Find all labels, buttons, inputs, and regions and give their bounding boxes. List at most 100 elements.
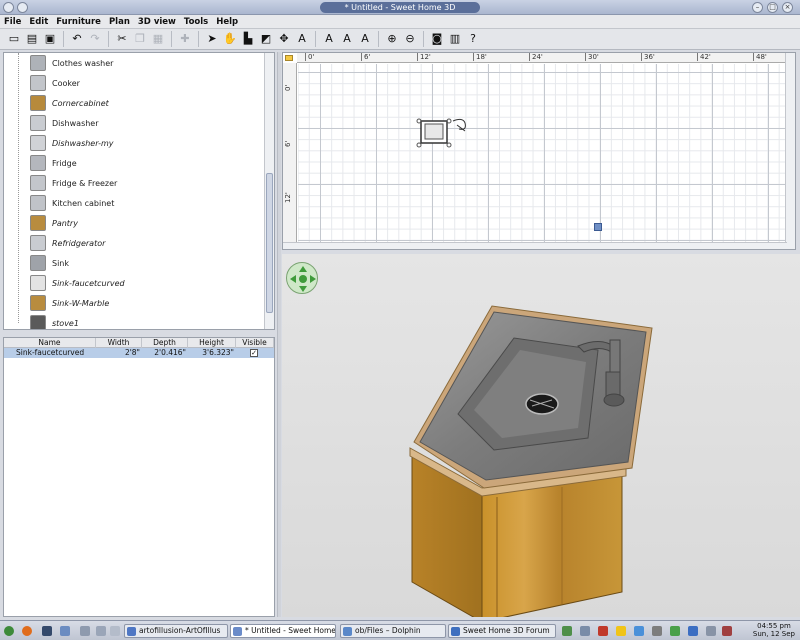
sticky-icon[interactable] <box>17 2 28 13</box>
toolbar-separator <box>423 31 424 47</box>
task-dolphin[interactable]: ob/Files – Dolphin <box>340 624 446 638</box>
menu-furniture[interactable]: Furniture <box>56 17 101 27</box>
3d-view[interactable] <box>282 254 800 617</box>
column-height[interactable]: Height <box>188 338 236 348</box>
maximize-icon[interactable]: □ <box>767 2 778 13</box>
task-artofillusion[interactable]: artofillusion-ArtOfIllus <box>124 624 228 638</box>
navigation-arrows-icon[interactable] <box>286 262 318 294</box>
list-item[interactable]: Dishwasher-my <box>4 133 264 153</box>
text-bold-icon[interactable]: A <box>339 31 355 47</box>
visible-checkbox[interactable]: ✓ <box>250 349 258 357</box>
tray-kde-icon[interactable] <box>688 626 698 636</box>
catalog-scrollbar[interactable] <box>264 53 274 329</box>
furniture-thumbnail-icon <box>30 215 46 231</box>
plan-sink-piece[interactable] <box>413 111 473 151</box>
furniture-thumbnail-icon <box>30 135 46 151</box>
menu-help[interactable]: Help <box>216 17 238 27</box>
plan-horizontal-scrollbar[interactable] <box>283 242 787 249</box>
tray-network-icon[interactable] <box>562 626 572 636</box>
table-row[interactable]: Sink-faucetcurved 2'8" 2'0.416" 3'6.323"… <box>4 348 274 358</box>
catalog-table-splitter[interactable] <box>3 330 275 337</box>
add-text-icon[interactable]: A <box>294 31 310 47</box>
start-menu-icon[interactable] <box>4 626 14 636</box>
firefox-icon[interactable] <box>22 626 32 636</box>
create-rooms-icon[interactable]: ◩ <box>258 31 274 47</box>
zoom-out-icon[interactable]: ⊖ <box>402 31 418 47</box>
tray-bluetooth-icon[interactable] <box>634 626 644 636</box>
open-icon[interactable]: ▤ <box>24 31 40 47</box>
column-width[interactable]: Width <box>96 338 142 348</box>
camera-icon[interactable] <box>594 223 602 231</box>
list-item[interactable]: Kitchen cabinet <box>4 193 264 213</box>
pan-icon[interactable]: ✋ <box>222 31 238 47</box>
paste-icon[interactable]: ▦ <box>150 31 166 47</box>
desktop-pager-icon[interactable] <box>80 626 90 636</box>
tray-misc-icon[interactable] <box>706 626 716 636</box>
clock[interactable]: 04:55 pm Sun, 12 Sep <box>753 622 795 638</box>
create-dimensions-icon[interactable]: ✥ <box>276 31 292 47</box>
tray-volume-icon[interactable] <box>652 626 662 636</box>
show-desktop-icon[interactable] <box>110 626 120 636</box>
plan-view[interactable]: 0' 6' 12' 18' 24' 30' 36' 42' 48' 0' 6' 12' <box>282 52 796 250</box>
copy-icon[interactable]: ❐ <box>132 31 148 47</box>
task-sweet-home[interactable]: * Untitled - Sweet Home <box>230 624 336 638</box>
list-item-label: Dishwasher-my <box>52 138 114 148</box>
list-item[interactable]: Dishwasher <box>4 113 264 133</box>
list-item[interactable]: Sink-faucetcurved <box>4 273 264 293</box>
task-label: Sweet Home 3D Forum <box>463 626 550 635</box>
terminal-icon[interactable] <box>42 626 52 636</box>
left-right-splitter[interactable] <box>277 52 281 617</box>
add-furniture-icon[interactable]: ✚ <box>177 31 193 47</box>
list-item[interactable]: Fridge <box>4 153 264 173</box>
list-item-label: Fridge & Freezer <box>52 178 118 188</box>
desktop-pager-icon-2[interactable] <box>96 626 106 636</box>
list-item[interactable]: Fridge & Freezer <box>4 173 264 193</box>
menu-edit[interactable]: Edit <box>29 17 48 27</box>
list-item[interactable]: Clothes washer <box>4 53 264 73</box>
toolbar: ▭ ▤ ▣ ↶ ↷ ✂ ❐ ▦ ✚ ➤ ✋ ▙ ◩ ✥ A A A A ⊕ ⊖ ◙ ▥? <box>0 29 800 50</box>
list-item[interactable]: Cornercabinet <box>4 93 264 113</box>
import-icon[interactable]: ▥ <box>447 31 463 47</box>
tray-clipboard-icon[interactable] <box>580 626 590 636</box>
save-icon[interactable]: ▣ <box>42 31 58 47</box>
list-item[interactable]: Pantry <box>4 213 264 233</box>
plan-vertical-scrollbar[interactable] <box>785 53 795 249</box>
help-icon[interactable]: ? <box>465 31 481 47</box>
list-item[interactable]: Sink-W-Marble <box>4 293 264 313</box>
new-icon[interactable]: ▭ <box>6 31 22 47</box>
zoom-in-icon[interactable]: ⊕ <box>384 31 400 47</box>
create-walls-icon[interactable]: ▙ <box>240 31 256 47</box>
window-menu-icon[interactable] <box>3 2 14 13</box>
redo-icon[interactable]: ↷ <box>87 31 103 47</box>
column-name[interactable]: Name <box>4 338 96 348</box>
select-icon[interactable]: ➤ <box>204 31 220 47</box>
list-item[interactable]: Refridgerator <box>4 233 264 253</box>
menu-tools[interactable]: Tools <box>184 17 208 27</box>
list-item[interactable]: Sink <box>4 253 264 273</box>
cut-icon[interactable]: ✂ <box>114 31 130 47</box>
catalog-scroll-thumb[interactable] <box>266 173 273 313</box>
tray-updates-icon[interactable] <box>598 626 608 636</box>
list-item[interactable]: stove1 <box>4 313 264 329</box>
list-item[interactable]: Cooker <box>4 73 264 93</box>
file-manager-icon[interactable] <box>60 626 70 636</box>
text-style-icon[interactable]: A <box>321 31 337 47</box>
task-forum[interactable]: Sweet Home 3D Forum <box>448 624 556 638</box>
menu-plan[interactable]: Plan <box>109 17 130 27</box>
create-photo-icon[interactable]: ◙ <box>429 31 445 47</box>
tray-battery-icon[interactable] <box>670 626 680 636</box>
menu-file[interactable]: File <box>4 17 21 27</box>
minimize-icon[interactable]: – <box>752 2 763 13</box>
cell-width: 2'8" <box>124 348 140 357</box>
column-depth[interactable]: Depth <box>142 338 188 348</box>
close-icon[interactable]: × <box>782 2 793 13</box>
list-item-label: Dishwasher <box>52 118 99 128</box>
menu-3d-view[interactable]: 3D view <box>138 17 176 27</box>
column-visible[interactable]: Visible <box>236 338 274 348</box>
furniture-thumbnail-icon <box>30 115 46 131</box>
tray-notify-icon[interactable] <box>616 626 626 636</box>
ruler-tick-label: 12' <box>417 53 431 61</box>
undo-icon[interactable]: ↶ <box>69 31 85 47</box>
text-italic-icon[interactable]: A <box>357 31 373 47</box>
tray-shutdown-icon[interactable] <box>722 626 732 636</box>
